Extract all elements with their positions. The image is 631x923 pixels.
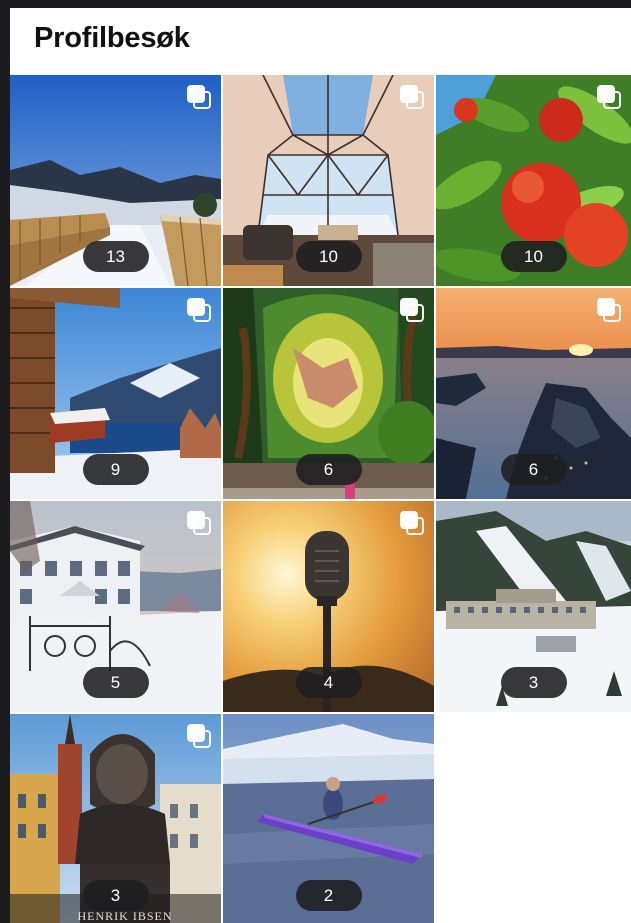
carousel-icon (597, 85, 621, 109)
post-tile-ibsen-statue[interactable]: HENRIK IBSEN 3 (10, 714, 221, 923)
statue-engraving: HENRIK IBSEN (78, 909, 173, 923)
post-tile-apples[interactable]: 10 (436, 75, 631, 286)
view-count-badge: 9 (82, 454, 149, 485)
post-tile-white-house[interactable]: 5 (10, 501, 221, 712)
page-title: Profilbesøk (34, 22, 190, 54)
view-count-badge: 4 (295, 667, 362, 698)
carousel-icon (187, 85, 211, 109)
post-tile-fjord-sunset[interactable]: 6 (436, 288, 631, 499)
post-tile-ski-resort[interactable]: 3 (436, 501, 631, 712)
profile-visits-panel: Profilbesøk 13 10 10 9 6 6 5 4 3 HENRIK … (10, 8, 631, 923)
carousel-icon (187, 511, 211, 535)
view-count-badge: 6 (295, 454, 362, 485)
carousel-icon (187, 724, 211, 748)
view-count-badge: 10 (500, 241, 567, 272)
view-count-badge: 6 (500, 454, 567, 485)
view-count-badge: 5 (82, 667, 149, 698)
carousel-icon (597, 298, 621, 322)
post-tile-kayak[interactable]: 2 (223, 714, 434, 923)
post-tile-boardwalk[interactable]: 13 (10, 75, 221, 286)
view-count-badge: 13 (82, 241, 149, 272)
view-count-badge: 2 (295, 880, 362, 911)
view-count-badge: 3 (82, 880, 149, 911)
carousel-icon (400, 85, 424, 109)
post-tile-dome[interactable]: 10 (223, 75, 434, 286)
carousel-icon (400, 298, 424, 322)
view-count-badge: 3 (500, 667, 567, 698)
post-tile-cabin[interactable]: 9 (10, 288, 221, 499)
view-count-badge: 10 (295, 241, 362, 272)
carousel-icon (187, 298, 211, 322)
post-tile-microphone[interactable]: 4 (223, 501, 434, 712)
carousel-icon (400, 511, 424, 535)
post-tile-mural[interactable]: 6 (223, 288, 434, 499)
